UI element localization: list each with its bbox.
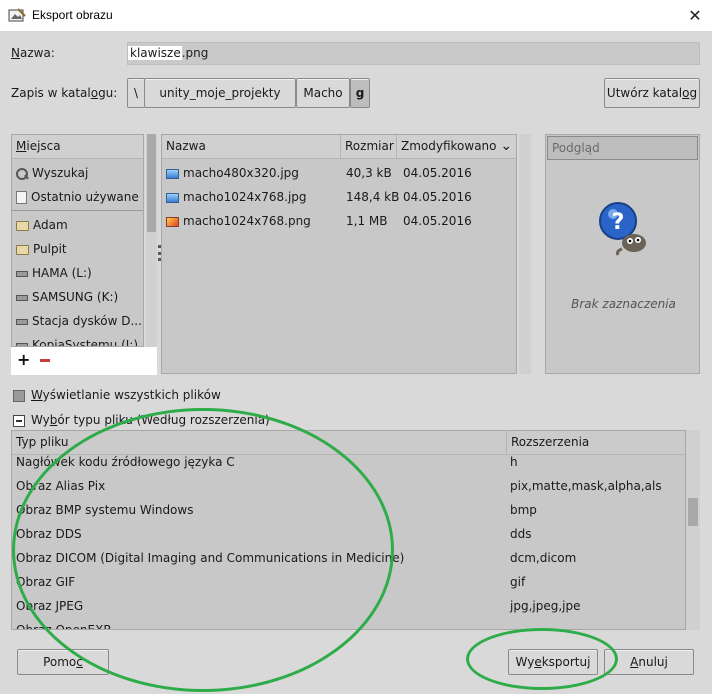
help-button[interactable]: Pomoc xyxy=(17,649,109,675)
recent-icon xyxy=(16,191,27,204)
svg-text:?: ? xyxy=(612,210,625,235)
path-segment-unity[interactable]: unity_moje_projekty xyxy=(144,78,296,108)
add-place-icon[interactable]: + xyxy=(17,352,30,368)
file-row[interactable]: macho1024x768.png xyxy=(166,209,311,233)
drive-icon xyxy=(16,270,28,277)
show-all-files-label: Wyświetlanie wszystkich plików xyxy=(31,388,221,402)
type-ext: gif xyxy=(510,575,526,589)
type-row[interactable]: Obraz JPEG xyxy=(16,594,83,618)
drive-icon xyxy=(16,318,28,325)
type-row[interactable]: Nagłówek kodu źródłowego języka C xyxy=(16,450,235,474)
title-bar: Eksport obrazu ✕ xyxy=(0,0,712,32)
file-size: 40,3 kB xyxy=(346,166,392,180)
type-row[interactable]: Obraz GIF xyxy=(16,570,75,594)
path-segment-current[interactable]: g xyxy=(350,78,370,108)
places-scrollbar[interactable] xyxy=(146,134,157,347)
column-extensions[interactable]: Rozszerzenia xyxy=(506,431,685,455)
file-date: 04.05.2016 xyxy=(403,166,472,180)
dialog-body: Nazwa: klawisze.png Zapis w katalogu: \ … xyxy=(0,32,712,694)
type-ext: h xyxy=(510,455,518,469)
file-row[interactable]: macho1024x768.jpg xyxy=(166,185,307,209)
jpg-icon xyxy=(166,192,179,203)
type-ext: dcm,dicom xyxy=(510,551,577,565)
place-pulpit[interactable]: Pulpit xyxy=(16,237,67,261)
file-date: 04.05.2016 xyxy=(403,190,472,204)
file-size: 148,4 kB xyxy=(346,190,400,204)
type-row[interactable]: Obraz BMP systemu Windows xyxy=(16,498,193,522)
jpg-icon xyxy=(166,168,179,179)
type-row[interactable]: Obraz Alias Pix xyxy=(16,474,105,498)
file-type-label: Wybór typu pliku (Według rozszerzenia) xyxy=(31,413,270,427)
type-ext: jpg,jpeg,jpe xyxy=(510,599,581,613)
preview-panel: Podgląd ? Brak zaznaczenia xyxy=(545,134,700,374)
filename-extension: .png xyxy=(181,46,209,60)
place-search[interactable]: Wyszukaj xyxy=(16,161,88,185)
column-size[interactable]: Rozmiar xyxy=(340,135,396,159)
question-mascot-icon: ? xyxy=(599,202,646,256)
file-row[interactable]: macho480x320.jpg xyxy=(166,161,299,185)
cancel-button[interactable]: Anuluj xyxy=(604,649,694,675)
file-list: Nazwa Rozmiar Zmodyfikowano ⌄ macho480x3… xyxy=(161,134,517,374)
window-title: Eksport obrazu xyxy=(32,8,113,22)
search-icon xyxy=(16,167,28,180)
drive-icon xyxy=(16,294,28,301)
file-type-scroll-thumb[interactable] xyxy=(688,498,698,526)
type-row[interactable]: Obraz DICOM (Digital Imaging and Communi… xyxy=(16,546,404,570)
save-in-folder-label: Zapis w katalogu: xyxy=(11,86,118,100)
places-divider xyxy=(12,210,143,211)
file-type-scrollbar[interactable] xyxy=(686,430,700,630)
create-folder-button[interactable]: Utwórz katalog xyxy=(604,78,700,108)
filename-selected-part: klawisze xyxy=(128,46,182,60)
file-date: 04.05.2016 xyxy=(403,214,472,228)
places-toolbar: + xyxy=(11,347,157,375)
show-all-files-checkbox[interactable] xyxy=(13,390,25,402)
place-hama[interactable]: HAMA (L:) xyxy=(16,261,92,285)
file-list-scrollbar[interactable] xyxy=(519,134,531,374)
gimp-app-icon xyxy=(8,8,26,22)
type-row[interactable]: Obraz DDS xyxy=(16,522,82,546)
sort-descending-icon: ⌄ xyxy=(500,138,513,154)
file-type-list: Typ pliku Rozszerzenia Nagłówek kodu źró… xyxy=(11,430,686,630)
export-button[interactable]: Wyeksportuj xyxy=(508,649,598,675)
type-ext: bmp xyxy=(510,503,537,517)
file-type-expander[interactable] xyxy=(13,415,25,427)
preview-header[interactable]: Podgląd xyxy=(547,136,698,160)
column-modified[interactable]: Zmodyfikowano ⌄ xyxy=(396,135,516,159)
png-icon xyxy=(166,216,179,227)
place-adam[interactable]: Adam xyxy=(16,213,68,237)
place-recent[interactable]: Ostatnio używane xyxy=(16,185,139,209)
place-samsung[interactable]: SAMSUNG (K:) xyxy=(16,285,118,309)
place-kopia[interactable]: KopiaSystemu (I:) xyxy=(16,333,138,346)
close-icon[interactable]: ✕ xyxy=(683,4,707,28)
type-ext: dds xyxy=(510,527,532,541)
folder-icon xyxy=(16,244,29,255)
places-scroll-thumb[interactable] xyxy=(147,134,156,232)
file-size: 1,1 MB xyxy=(346,214,388,228)
folder-icon xyxy=(16,220,29,231)
places-header: Miejsca xyxy=(12,135,143,159)
place-floppy[interactable]: Stacja dysków D... xyxy=(16,309,142,333)
type-row[interactable]: Obraz OpenEXR xyxy=(16,618,112,629)
name-label: Nazwa: xyxy=(11,46,55,60)
path-segment-root[interactable]: \ xyxy=(127,78,145,108)
type-ext: pix,matte,mask,alpha,als xyxy=(510,479,662,493)
remove-place-icon[interactable] xyxy=(40,359,50,362)
places-panel: Miejsca Wyszukaj Ostatnio używane Adam P… xyxy=(11,134,144,347)
filename-input[interactable]: klawisze.png xyxy=(127,42,700,65)
path-segment-macho[interactable]: Macho xyxy=(296,78,350,108)
no-selection-text: Brak zaznaczenia xyxy=(571,297,676,311)
column-name[interactable]: Nazwa xyxy=(162,135,340,159)
